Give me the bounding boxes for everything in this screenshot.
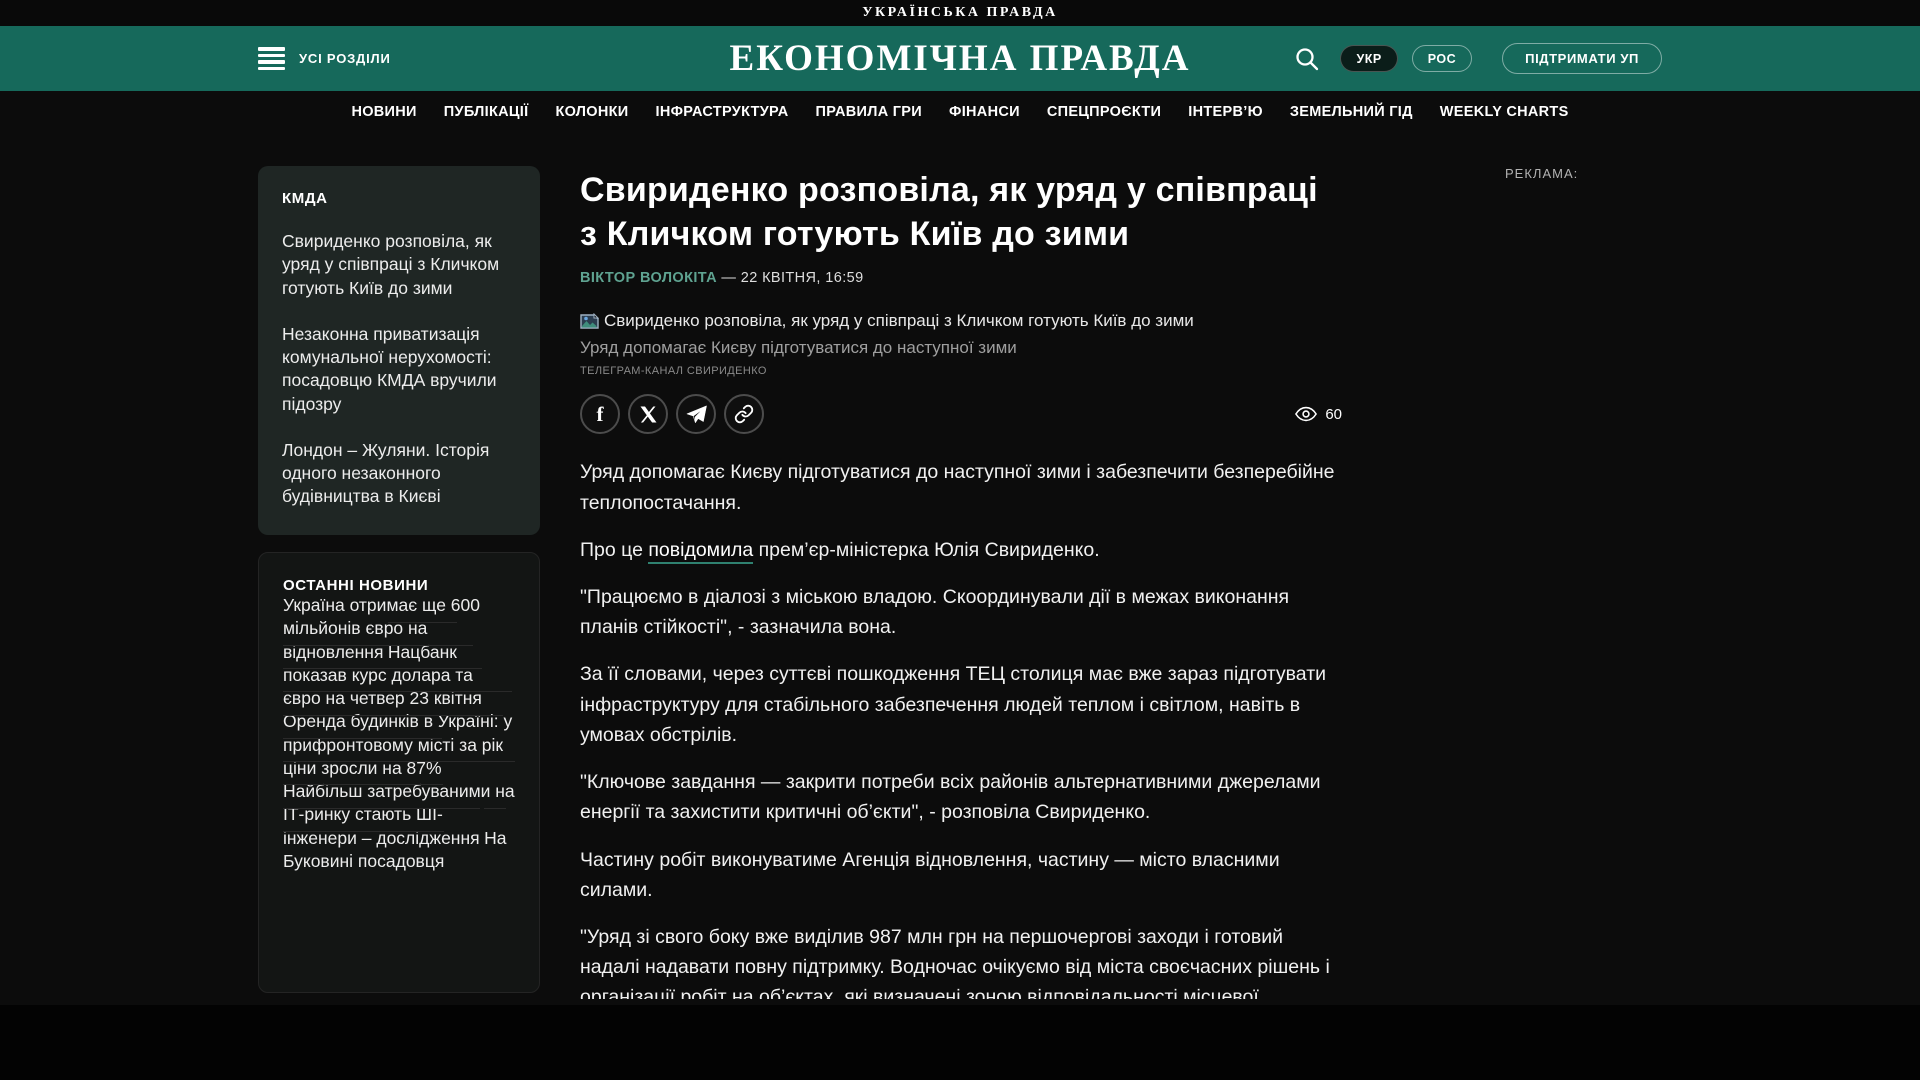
lang-toggle-ros[interactable]: РОС (1411, 45, 1473, 72)
ukrainska-pravda-logo[interactable]: УКРАЇНСЬКА ПРАВДА (862, 5, 1058, 21)
search-icon (1296, 47, 1319, 70)
sidebar-kmda-box: КМДА Свириденко розповіла, як уряд у спі… (258, 166, 540, 535)
sidebar-latest-news-box: ОСТАННІ НОВИНИ Україна отримає ще 600 мі… (258, 552, 540, 993)
kmda-link-1[interactable]: Свириденко розповіла, як уряд у співпрац… (282, 230, 516, 300)
site-header: УСІ РОЗДІЛИ ЕКОНОМІЧНА ПРАВДА УКР РОС ПІ… (0, 26, 1920, 91)
paragraph: "Ключове завдання — закрити потреби всіх… (580, 771, 1321, 824)
telegram-icon (686, 405, 707, 423)
paragraph: "Уряд зі свого боку вже виділив 987 млн … (580, 926, 1330, 999)
section-nav: НОВИНИ ПУБЛІКАЦІЇ КОЛОНКИ ІНФРАСТРУКТУРА… (0, 91, 1920, 132)
lang-toggle-ukr[interactable]: УКР (1340, 45, 1398, 72)
broken-image-row: Свириденко розповіла, як уряд у співпрац… (580, 311, 1342, 331)
share-telegram-button[interactable] (676, 394, 716, 435)
paragraph: Про це повідомила прем’єр-міністерка Юлі… (580, 535, 1342, 565)
bottom-black-strip (0, 1005, 1920, 1080)
paragraph: За її словами, через суттєві пошкодження… (580, 663, 1327, 746)
page: УКРАЇНСЬКА ПРАВДА УСІ РОЗДІЛИ ЕКОНОМІЧНА… (0, 0, 1920, 1080)
image-credit: ТЕЛЕГРАМ-КАНАЛ СВИРИДЕНКО (580, 365, 767, 378)
nav-item-finansy[interactable]: ФІНАНСИ (949, 104, 1020, 120)
share-copylink-button[interactable] (724, 394, 764, 435)
support-up-button[interactable]: ПІДТРИМАТИ УП (1502, 43, 1662, 74)
nav-item-zemelnyi-hid[interactable]: ЗЕМЕЛЬНИЙ ГІД (1290, 104, 1413, 120)
view-count: 60 (1325, 405, 1342, 423)
kmda-link-2[interactable]: Незаконна приватизація комунальної нерух… (282, 323, 516, 416)
header-actions: УКР РОС ПІДТРИМАТИ УП (1294, 26, 1662, 91)
nav-item-interviu[interactable]: ІНТЕРВ’Ю (1188, 104, 1263, 120)
paragraph: Уряд допомагає Києву підготуватися до на… (580, 461, 1335, 514)
search-button[interactable] (1294, 46, 1320, 72)
nav-item-kolonky[interactable]: КОЛОНКИ (555, 104, 628, 120)
share-x-button[interactable] (628, 394, 668, 435)
nav-item-weekly-charts[interactable]: WEEKLY CHARTS (1440, 104, 1569, 120)
povidomyla-link[interactable]: повідомила (648, 538, 754, 564)
nav-item-spetsproekty[interactable]: СПЕЦПРОЄКТИ (1047, 104, 1161, 120)
ad-label: РЕКЛАМА: (1505, 166, 1579, 181)
nav-item-infrastruktura[interactable]: ІНФРАСТРУКТУРА (656, 104, 789, 120)
hamburger-icon (258, 47, 285, 70)
top-bar: УКРАЇНСЬКА ПРАВДА (0, 0, 1920, 26)
nav-item-novyny[interactable]: НОВИНИ (351, 104, 416, 120)
share-buttons: f (580, 394, 764, 435)
link-icon (734, 405, 754, 424)
kmda-box-title: КМДА (282, 190, 328, 207)
image-alt-text: Свириденко розповіла, як уряд у співпрац… (604, 311, 1194, 331)
share-row: f 60 (580, 394, 1342, 435)
paragraph: "Працюємо в діалозі з міською владою. Ск… (580, 586, 1290, 639)
author-link[interactable]: ВІКТОР ВОЛОКІТА (580, 270, 717, 286)
kmda-link-3[interactable]: Лондон – Жуляни. Історія одного незаконн… (282, 439, 516, 509)
all-sections-label: УСІ РОЗДІЛИ (299, 51, 391, 66)
view-counter: 60 (1295, 406, 1342, 423)
broken-image-icon (580, 312, 599, 329)
paragraph-text: Про це (580, 538, 649, 561)
paragraph-text: прем’єр-міністерка Юлія Свириденко. (753, 538, 1100, 561)
article-title: Свириденко розповіла, як уряд у співпрац… (580, 171, 1318, 254)
publish-date: — 22 КВІТНЯ, 16:59 (716, 270, 864, 287)
article-byline: ВІКТОР ВОЛОКІТА — 22 КВІТНЯ, 16:59 (580, 270, 1342, 286)
share-facebook-button[interactable]: f (580, 394, 620, 435)
nav-item-pravyla-hry[interactable]: ПРАВИЛА ГРИ (816, 104, 922, 120)
paragraph: Частину робіт виконуватиме Агенція відно… (580, 848, 1280, 901)
article-figure: Свириденко розповіла, як уряд у співпрац… (580, 311, 1342, 377)
all-sections-menu[interactable]: УСІ РОЗДІЛИ (258, 26, 391, 91)
article: Свириденко розповіла, як уряд у співпрац… (580, 131, 1342, 999)
image-caption: Уряд допомагає Києву підготуватися до на… (580, 338, 1017, 358)
nav-item-publikatsii[interactable]: ПУБЛІКАЦІЇ (444, 104, 529, 120)
facebook-icon: f (596, 401, 604, 426)
eye-icon (1295, 407, 1318, 422)
x-icon (640, 406, 656, 423)
